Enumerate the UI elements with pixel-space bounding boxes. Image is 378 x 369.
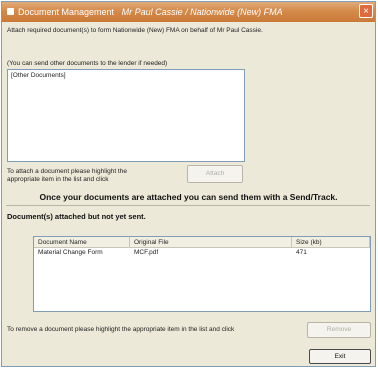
close-button[interactable]: × [359,4,373,18]
close-icon: × [363,6,369,17]
send-track-note: Once your documents are attached you can… [39,192,338,202]
attached-section-title: Document(s) attached but not yet sent. [7,212,146,221]
remove-button[interactable]: Remove [307,322,371,338]
attached-documents-table[interactable]: Document Name Original File Size (kb) Ma… [33,236,371,312]
available-documents-list[interactable]: [Other Documents] [7,69,245,162]
other-documents-caption: (You can send other documents to the len… [7,60,168,67]
window-title-app: Document Management [18,7,115,17]
window-title-context: Mr Paul Cassie / Nationwide (New) FMA [121,7,283,17]
attach-button[interactable]: Attach [187,165,243,183]
original-file-cell: MCF.pdf [134,249,159,256]
size-cell: 471 [296,249,307,256]
remove-instruction: To remove a document please highlight th… [7,326,235,333]
table-row[interactable]: Material Change Form MCF.pdf 471 [34,249,370,258]
attach-instruction-line1: To attach a document please highlight th… [7,168,127,175]
document-name-cell: Material Change Form [38,249,103,256]
window-title: Document Management Mr Paul Cassie / Nat… [18,7,283,17]
column-header-original-file[interactable]: Original File [130,237,292,248]
document-management-window: Document Management Mr Paul Cassie / Nat… [1,1,376,367]
app-icon [7,8,14,15]
title-bar[interactable]: Document Management Mr Paul Cassie / Nat… [2,2,375,22]
column-header-size[interactable]: Size (kb) [292,237,370,248]
section-divider [6,205,370,206]
intro-text: Attach required document(s) to form Nati… [7,27,263,34]
attach-instruction-line2: appropriate item in the list and click [7,176,109,183]
list-item[interactable]: [Other Documents] [11,72,66,79]
exit-button[interactable]: Exit [309,349,371,364]
column-header-document-name[interactable]: Document Name [34,237,130,248]
